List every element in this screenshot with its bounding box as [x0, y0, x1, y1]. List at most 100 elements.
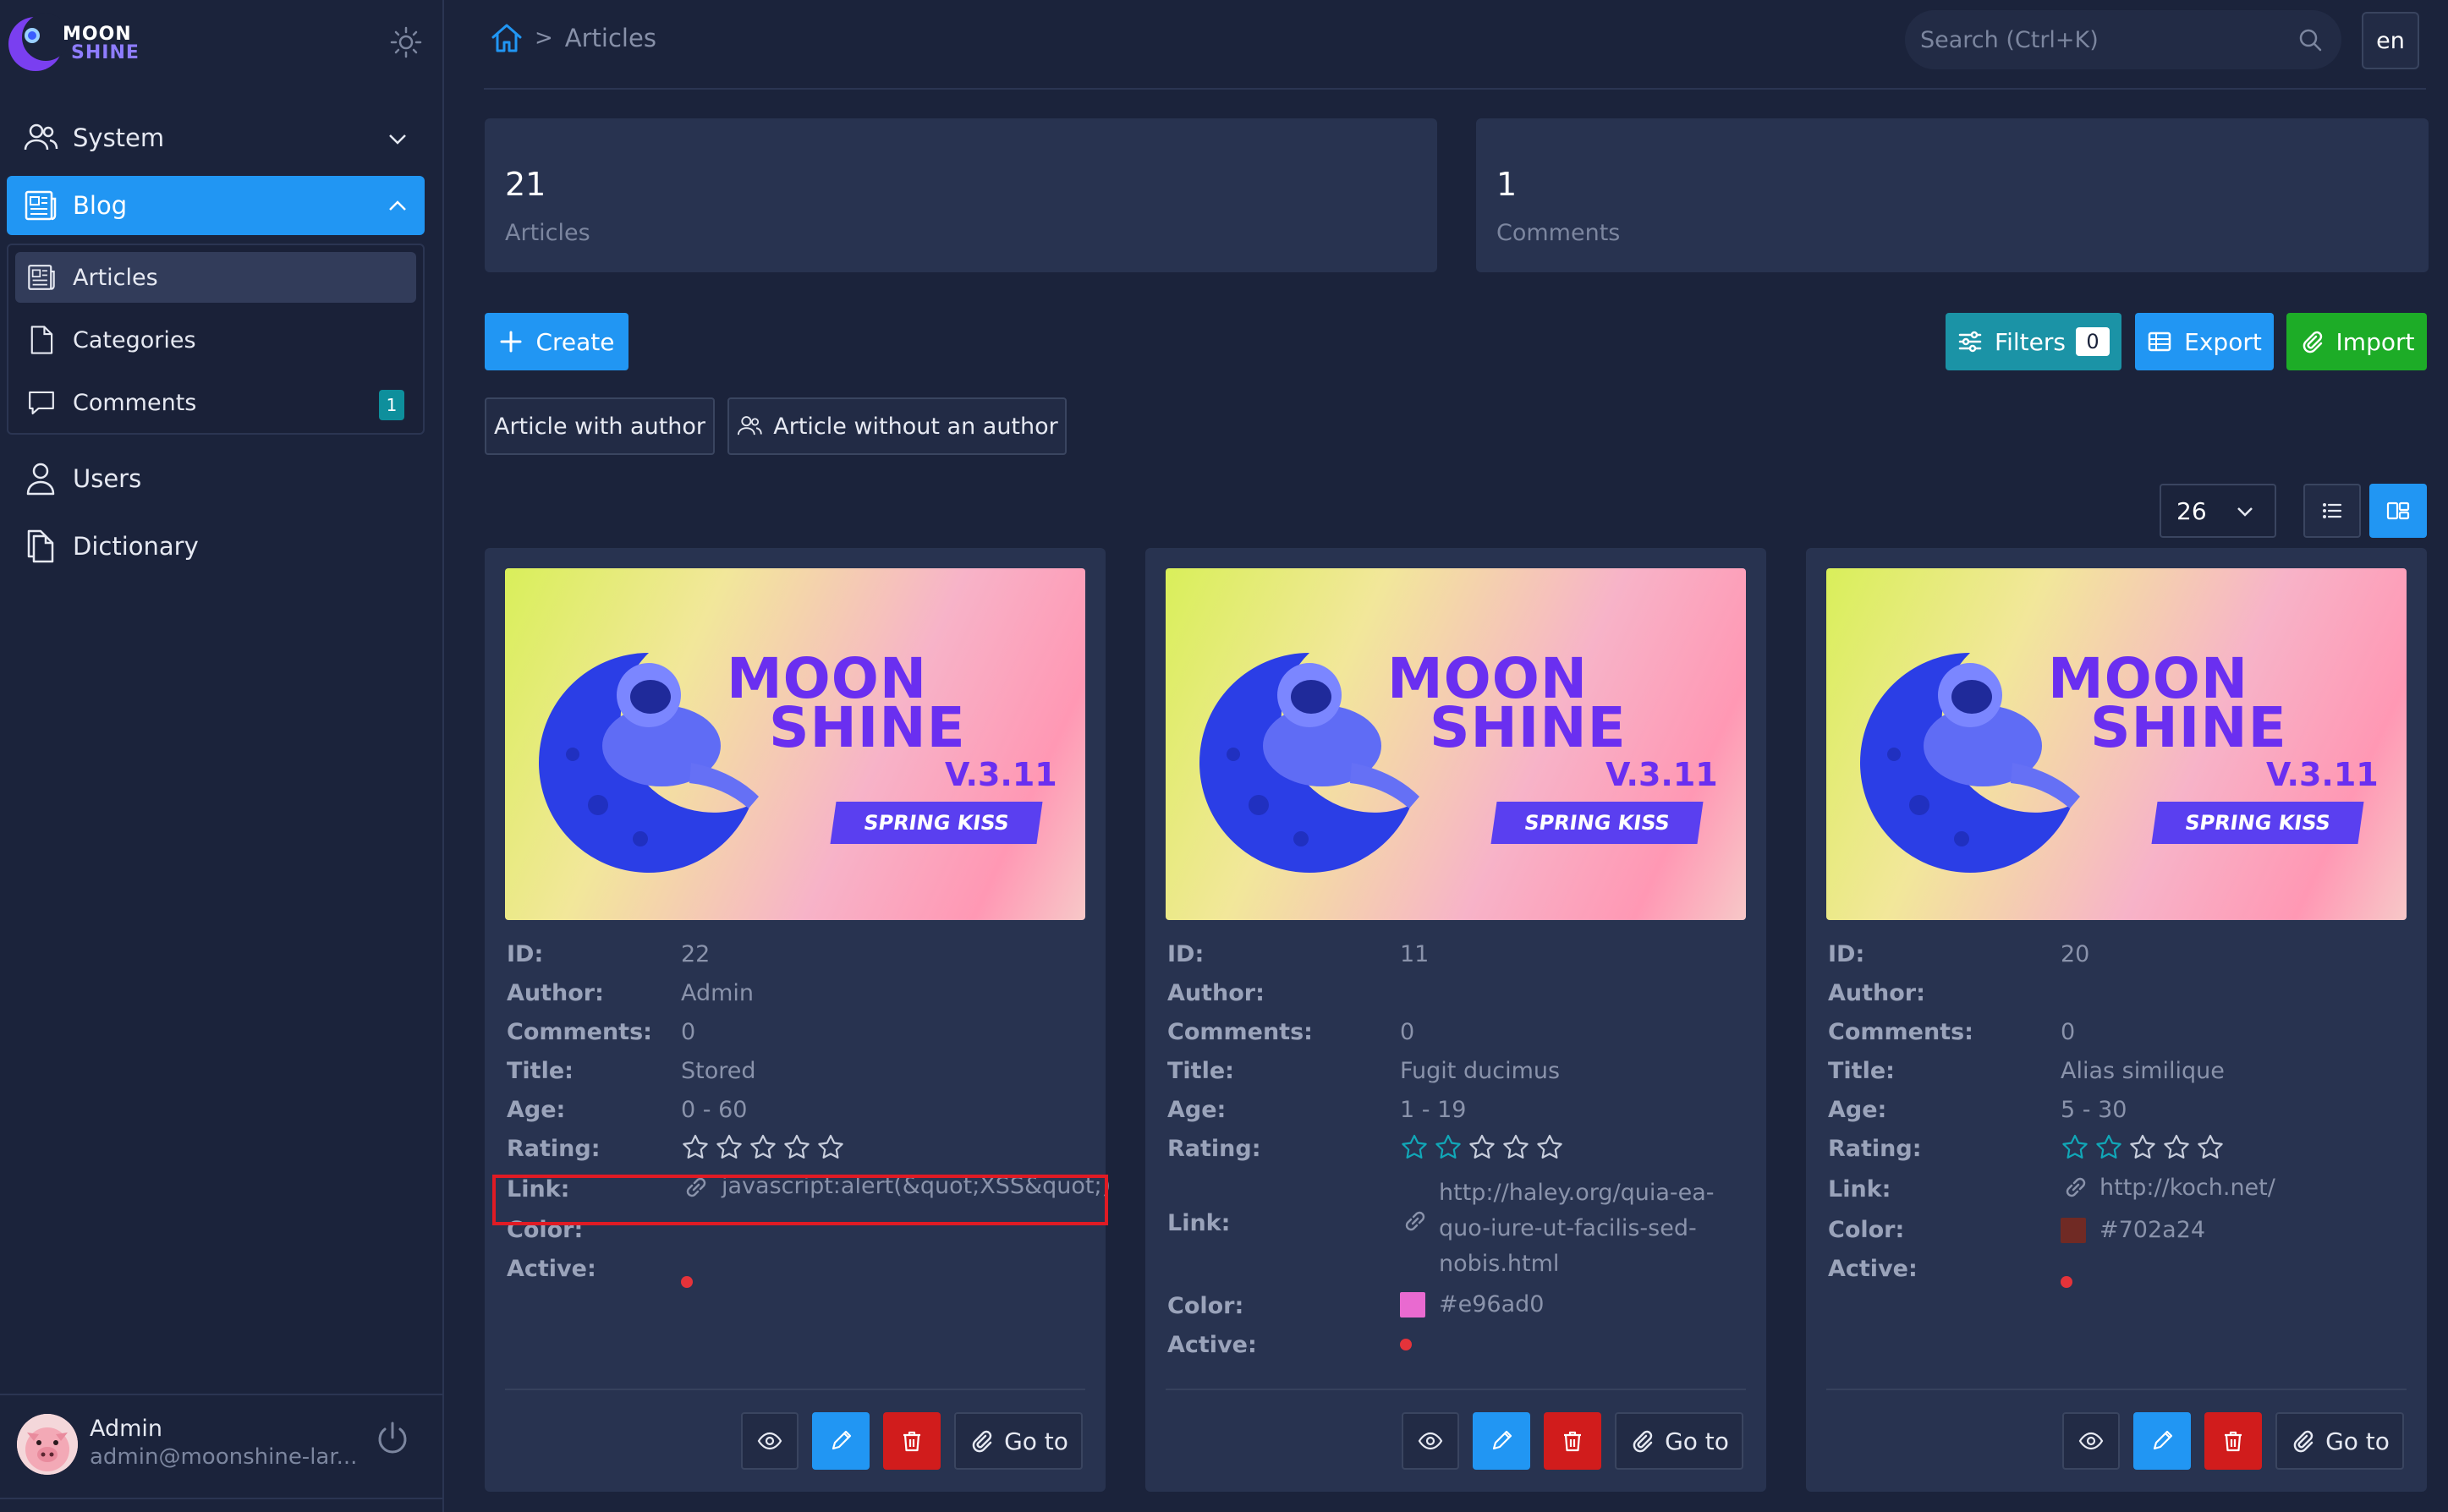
metric-comments: 1 Comments	[1476, 118, 2429, 272]
chevron-up-icon	[389, 200, 406, 211]
home-icon[interactable]	[489, 20, 524, 56]
delete-button[interactable]	[883, 1412, 941, 1470]
view-button[interactable]	[1402, 1412, 1459, 1470]
star-filled-icon	[2096, 1134, 2121, 1159]
list-view-button[interactable]	[2303, 484, 2361, 538]
documents-icon	[27, 529, 54, 563]
field-label: Active:	[1828, 1256, 1918, 1282]
goto-button[interactable]: Go to	[2275, 1412, 2404, 1470]
field-label: ID:	[507, 941, 544, 967]
sidebar-item-articles[interactable]: Articles	[15, 252, 416, 303]
field-label: Link:	[1167, 1210, 1231, 1236]
quick-filter-label: Article with author	[493, 413, 706, 440]
sidebar: MOON SHINE System Blog Articles Categori…	[0, 0, 444, 1512]
goto-button[interactable]: Go to	[954, 1412, 1083, 1470]
users-icon	[738, 416, 762, 436]
search-icon[interactable]	[2297, 27, 2323, 52]
delete-button[interactable]	[2204, 1412, 2262, 1470]
article-thumbnail[interactable]: MOON SHINE V.3.11 SPRING KISS	[1166, 568, 1746, 920]
field-value: Alias similique	[2061, 1058, 2225, 1084]
sidebar-item-blog[interactable]: Blog	[7, 176, 425, 235]
create-button[interactable]: Create	[485, 313, 628, 370]
field-label: Comments:	[507, 1019, 652, 1045]
view-button[interactable]	[741, 1412, 799, 1470]
field-label: Author:	[507, 980, 604, 1006]
view-button[interactable]	[2062, 1412, 2120, 1470]
active-status-dot	[2061, 1276, 2072, 1288]
field-label: Active:	[1167, 1332, 1257, 1358]
sidebar-item-system[interactable]: System	[7, 108, 425, 167]
star-empty-icon	[818, 1134, 843, 1159]
field-label: ID:	[1828, 941, 1865, 967]
search-input[interactable]	[1905, 26, 2277, 53]
field-label: Title:	[507, 1058, 574, 1084]
sidebar-item-label: Comments	[73, 389, 197, 416]
language-switcher[interactable]: en	[2362, 12, 2419, 69]
breadcrumb-current: Articles	[564, 24, 656, 52]
field-value: 5 - 30	[2061, 1097, 2127, 1123]
card-footer-divider	[1166, 1389, 1746, 1390]
article-card: MOON SHINE V.3.11 SPRING KISS ID: 20 Aut…	[1806, 548, 2427, 1492]
banner-version: V.3.11	[2266, 756, 2379, 793]
sidebar-item-dictionary[interactable]: Dictionary	[7, 517, 425, 576]
edit-button[interactable]	[812, 1412, 870, 1470]
chevron-down-icon	[389, 134, 406, 145]
field-value: Admin	[681, 980, 755, 1006]
active-status-dot	[681, 1276, 693, 1288]
paperclip-icon	[2303, 331, 2322, 353]
blog-submenu: Articles Categories Comments 1	[7, 244, 425, 435]
avatar[interactable]	[17, 1414, 78, 1475]
logo-text-line2: SHINE	[71, 42, 140, 63]
list-icon	[2323, 503, 2342, 518]
trash-icon	[1564, 1431, 1581, 1452]
star-empty-icon	[2130, 1134, 2155, 1159]
export-button[interactable]: Export	[2135, 313, 2274, 370]
sidebar-item-categories[interactable]: Categories	[15, 315, 416, 365]
star-empty-icon	[750, 1134, 776, 1159]
pencil-icon	[2153, 1430, 2173, 1450]
card-view-button[interactable]	[2369, 484, 2427, 538]
theme-toggle-sun-icon[interactable]	[389, 25, 423, 59]
sidebar-item-label: Categories	[73, 326, 196, 353]
sidebar-item-label: Articles	[73, 264, 158, 291]
per-page-select[interactable]: 26	[2160, 484, 2276, 538]
user-name: Admin	[90, 1416, 163, 1442]
banner-tag: SPRING KISS	[830, 802, 1043, 844]
export-label: Export	[2184, 327, 2262, 356]
banner-version: V.3.11	[945, 756, 1057, 793]
sidebar-item-comments[interactable]: Comments 1	[15, 377, 416, 428]
quick-filter-without-author[interactable]: Article without an author	[727, 397, 1067, 455]
sidebar-item-users[interactable]: Users	[7, 449, 425, 508]
field-label: Rating:	[1828, 1136, 1922, 1162]
edit-button[interactable]	[2133, 1412, 2191, 1470]
edit-button[interactable]	[1473, 1412, 1530, 1470]
filters-button[interactable]: Filters 0	[1946, 313, 2121, 370]
article-link[interactable]: http://haley.org/quia-ea- quo-iure-ut-fa…	[1439, 1175, 1715, 1282]
moonshine-logo[interactable]: MOON SHINE	[7, 7, 159, 79]
moon-logo-icon	[8, 14, 66, 71]
import-button[interactable]: Import	[2286, 313, 2427, 370]
goto-label: Go to	[1004, 1427, 1068, 1455]
field-value: 20	[2061, 941, 2090, 967]
import-label: Import	[2335, 327, 2415, 356]
article-thumbnail[interactable]: MOON SHINE V.3.11 SPRING KISS	[505, 568, 1085, 920]
article-thumbnail[interactable]: MOON SHINE V.3.11 SPRING KISS	[1826, 568, 2407, 920]
card-footer-divider	[505, 1389, 1085, 1390]
banner-version: V.3.11	[1605, 756, 1718, 793]
quick-filter-with-author[interactable]: Article with author	[485, 397, 715, 455]
article-link[interactable]: http://koch.net/	[2099, 1174, 2275, 1202]
chat-icon	[29, 391, 54, 415]
comments-count-badge: 1	[379, 390, 404, 420]
delete-button[interactable]	[1544, 1412, 1601, 1470]
field-value: 22	[681, 941, 711, 967]
goto-button[interactable]: Go to	[1615, 1412, 1743, 1470]
star-filled-icon	[2062, 1134, 2088, 1159]
paperclip-icon	[1633, 1430, 1653, 1453]
field-label: Title:	[1167, 1058, 1234, 1084]
cards-icon	[2386, 501, 2410, 520]
sidebar-item-label: Users	[73, 464, 142, 493]
power-logout-icon[interactable]	[372, 1419, 413, 1460]
plus-icon	[500, 331, 522, 353]
newspaper-icon	[25, 190, 57, 221]
star-empty-icon	[784, 1134, 810, 1159]
